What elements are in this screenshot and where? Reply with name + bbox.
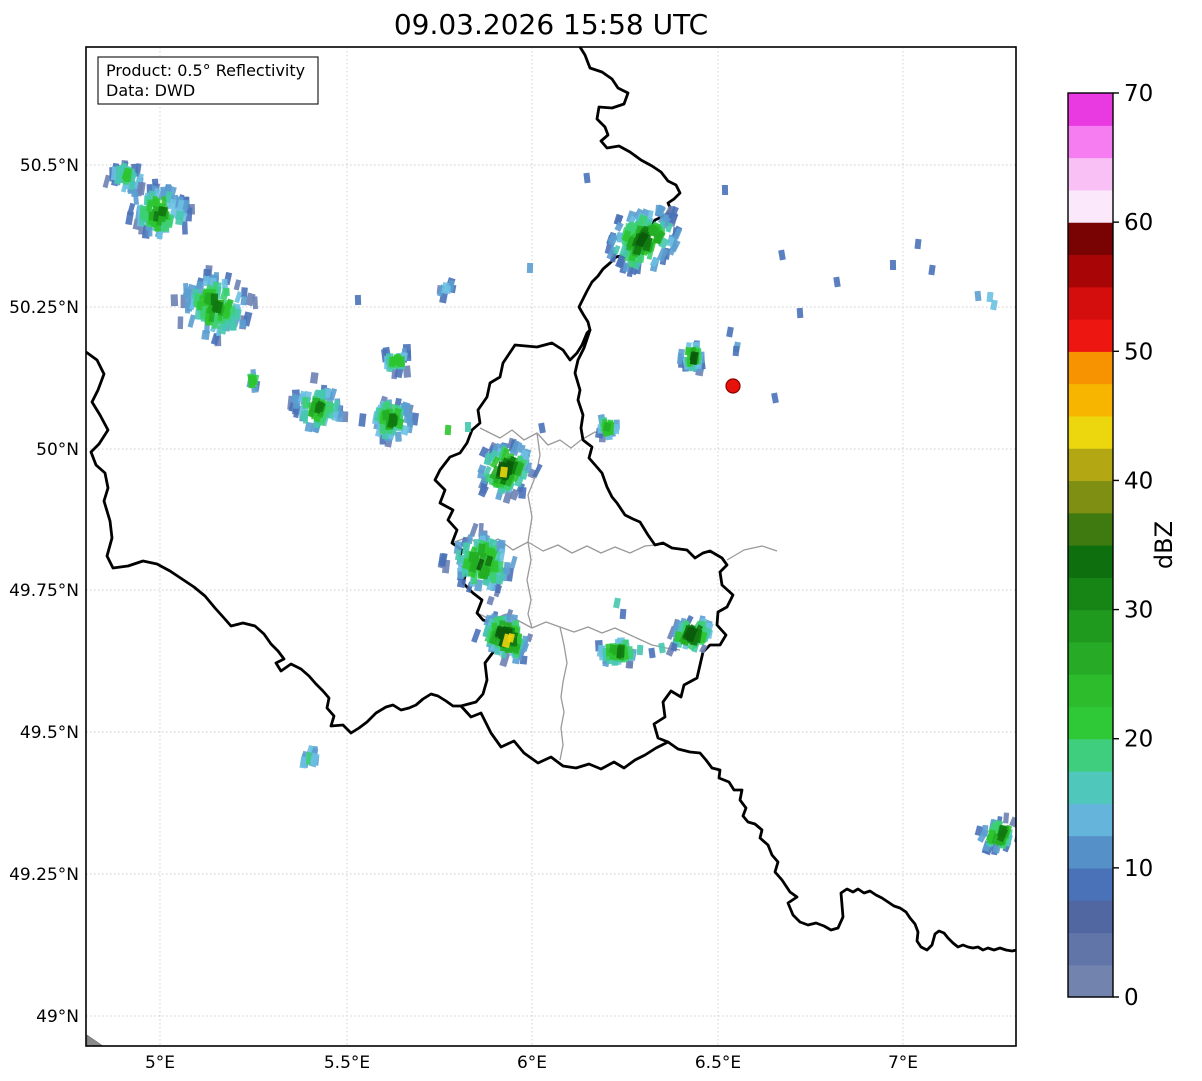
colorbar: 0 10 20 30 40 50 60 70 (1067, 81, 1153, 1011)
colorbar-segment (1068, 835, 1113, 869)
radar-bin (619, 608, 627, 620)
colorbar-segment (1068, 771, 1113, 804)
colorbar-tick-label: 0 (1124, 985, 1139, 1011)
radar-bin (1003, 812, 1010, 824)
radar-bin (445, 285, 451, 294)
colorbar-segment (1068, 319, 1113, 352)
longitude-tick-label: 7°E (888, 1053, 918, 1073)
latitude-tick-label: 49.25°N (9, 865, 79, 885)
radar-bin (617, 645, 625, 658)
colorbar-segment (1068, 480, 1113, 514)
longitude-tick-label: 5.5°E (324, 1053, 370, 1073)
radar-bin (302, 396, 309, 409)
radar-bin (467, 534, 474, 544)
latitude-tick-label: 50°N (36, 440, 79, 460)
colorbar-segment (1068, 93, 1113, 126)
colorbar-segment (1068, 674, 1113, 708)
longitude-tick-label: 5°E (145, 1053, 175, 1073)
colorbar-segment (1068, 964, 1113, 998)
colorbar-tick-label: 70 (1124, 81, 1153, 107)
radar-bin (526, 262, 534, 274)
latitude-tick-label: 50.25°N (9, 298, 79, 318)
radar-site-dot (725, 378, 741, 394)
radar-bin (721, 184, 729, 196)
longitude-axis-labels: 5°E 5.5°E 6°E 6.5°E 7°E (145, 1053, 918, 1073)
colorbar-tick-label: 60 (1124, 210, 1153, 236)
radar-bin (223, 287, 230, 297)
colorbar-segment (1068, 286, 1113, 320)
colorbar-tick-label: 50 (1124, 339, 1153, 365)
radar-bin (147, 227, 153, 237)
colorbar-segment (1068, 189, 1113, 223)
radar-bin (382, 409, 390, 421)
colorbar-segment (1068, 738, 1113, 772)
colorbar-tick-label: 40 (1124, 468, 1153, 494)
colorbar-segment (1068, 900, 1113, 934)
colorbar-segment (1068, 351, 1113, 385)
radar-site-marker (725, 378, 741, 394)
radar-bin (612, 644, 618, 656)
colorbar-segment (1068, 641, 1113, 675)
radar-bin (499, 466, 508, 478)
radar-bin (240, 295, 248, 306)
latitude-tick-label: 50.5°N (20, 156, 79, 176)
colorbar-tick-label: 20 (1124, 727, 1153, 753)
radar-bin (889, 259, 897, 271)
radar-bin (732, 345, 740, 357)
radar-bin (981, 824, 989, 837)
radar-bin (465, 422, 471, 432)
radar-bin (239, 319, 247, 329)
longitude-tick-label: 6°E (517, 1053, 547, 1073)
colorbar-segment (1068, 415, 1113, 449)
radar-bin (974, 290, 982, 302)
colorbar-tick-label: 30 (1124, 598, 1153, 624)
radar-bin (230, 320, 237, 331)
latitude-tick-label: 49.5°N (20, 723, 79, 743)
latitude-axis-labels: 50.5°N 50.25°N 50°N 49.75°N 49.5°N 49.25°N 49°… (9, 156, 79, 1027)
colorbar-axis-label: dBZ (1150, 521, 1178, 569)
colorbar-segment (1068, 545, 1113, 578)
radar-bin (177, 316, 184, 330)
latitude-tick-label: 49.75°N (9, 581, 79, 601)
latitude-tick-label: 49°N (36, 1007, 79, 1027)
radar-bin (653, 233, 662, 244)
colorbar-segment (1068, 222, 1113, 256)
colorbar-segment (1068, 383, 1113, 417)
figure-title: 09.03.2026 15:58 UTC (394, 8, 708, 41)
colorbar-segment (1068, 448, 1113, 482)
colorbar-segment (1068, 577, 1113, 611)
radar-bin (305, 751, 312, 765)
colorbar-segment (1068, 803, 1113, 837)
radar-bin (181, 221, 188, 235)
radar-bin (354, 294, 362, 306)
colorbar-segment (1068, 125, 1113, 159)
radar-map-figure: 09.03.2026 15:58 UTC 50.5°N 50.25°N 50°N 49… (9, 8, 1178, 1073)
radar-bin (201, 329, 211, 341)
radar-bin (796, 307, 804, 319)
radar-bin (636, 644, 644, 656)
colorbar-segment (1068, 932, 1113, 966)
longitude-tick-label: 6.5°E (695, 1053, 741, 1073)
colorbar-segment (1068, 867, 1113, 901)
radar-bin (151, 195, 158, 207)
data-source-label: Data: DWD (106, 81, 195, 100)
colorbar-segment (1068, 254, 1113, 288)
colorbar-segment (1068, 609, 1113, 643)
product-label: Product: 0.5° Reflectivity (106, 61, 305, 80)
colorbar-tick-label: 10 (1124, 856, 1153, 882)
radar-bin (309, 372, 319, 384)
product-info-box: Product: 0.5° Reflectivity Data: DWD (97, 56, 319, 105)
colorbar-segment (1068, 157, 1113, 191)
radar-bin (197, 301, 203, 311)
colorbar-segment (1068, 706, 1113, 740)
radar-bin (170, 294, 179, 307)
radar-bin (655, 204, 663, 216)
colorbar-segment (1068, 512, 1113, 546)
radar-bin (444, 424, 452, 436)
radar-bin (247, 374, 256, 389)
radar-bin (914, 238, 922, 250)
radar-bin (583, 172, 591, 184)
